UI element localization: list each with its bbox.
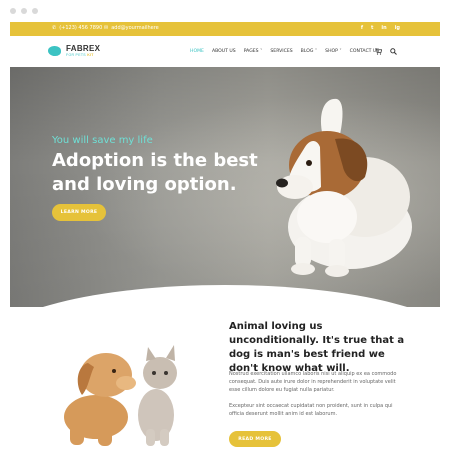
cart-icon[interactable] bbox=[375, 48, 382, 55]
paw-logo-icon bbox=[48, 45, 62, 57]
header-icons bbox=[375, 48, 397, 55]
dog-photo bbox=[276, 98, 412, 277]
browser-window: ✆ (+123) 456 7890 ✉ add@yourmailhere f t… bbox=[0, 0, 450, 456]
search-icon[interactable] bbox=[390, 48, 397, 55]
read-more-button[interactable]: READ MORE bbox=[229, 431, 281, 447]
facebook-icon[interactable]: f bbox=[361, 25, 363, 31]
nav-blog[interactable]: BLOG ˅ bbox=[301, 49, 317, 54]
hero-banner: You will save my life Adoption is the be… bbox=[10, 67, 440, 307]
about-paragraph-2: Excepteur sint occaecat cupidatat non pr… bbox=[229, 403, 393, 417]
window-dot bbox=[32, 8, 38, 14]
phone-contact[interactable]: ✆ (+123) 456 7890 bbox=[52, 25, 102, 31]
twitter-icon[interactable]: t bbox=[371, 25, 373, 31]
window-dot bbox=[21, 8, 27, 14]
logo-name: FABREX bbox=[66, 44, 101, 53]
puppy-and-kitten-photo bbox=[64, 345, 177, 446]
top-bar: ✆ (+123) 456 7890 ✉ add@yourmailhere f t… bbox=[10, 22, 440, 36]
logo[interactable]: FABREX FOR PETS KIT bbox=[48, 45, 100, 58]
email-address: add@yourmailhere bbox=[111, 25, 159, 31]
learn-more-button[interactable]: LEARN MORE bbox=[52, 204, 106, 221]
site-header: FABREX FOR PETS KIT HOME ABOUT US PAGES … bbox=[10, 36, 440, 67]
social-links: f t in ig bbox=[361, 25, 400, 31]
email-contact[interactable]: ✉ add@yourmailhere bbox=[104, 25, 159, 31]
window-controls bbox=[10, 8, 38, 14]
nav-shop[interactable]: SHOP ˅ bbox=[325, 49, 342, 54]
about-paragraph-1: Nostrud exercitation ullamco laboris nis… bbox=[229, 371, 397, 393]
window-dot bbox=[10, 8, 16, 14]
hero-kicker: You will save my life bbox=[52, 135, 153, 146]
phone-icon: ✆ bbox=[52, 25, 57, 31]
about-heading: Animal loving us unconditionally. It's t… bbox=[229, 321, 405, 374]
phone-number: (+123) 456 7890 bbox=[59, 25, 103, 31]
main-nav: HOME ABOUT US PAGES ˅ SERVICES BLOG ˅ SH… bbox=[190, 49, 379, 54]
nav-about[interactable]: ABOUT US bbox=[212, 49, 236, 54]
mail-icon: ✉ bbox=[104, 25, 109, 31]
web-page: ✆ (+123) 456 7890 ✉ add@yourmailhere f t… bbox=[10, 22, 440, 456]
logo-tagline: FOR PETS KIT bbox=[66, 53, 94, 57]
hero-title: Adoption is the best and loving option. bbox=[52, 150, 258, 195]
linkedin-icon[interactable]: in bbox=[381, 25, 386, 31]
nav-services[interactable]: SERVICES bbox=[270, 49, 292, 54]
hero-curve-divider bbox=[10, 285, 440, 307]
instagram-icon[interactable]: ig bbox=[395, 25, 400, 31]
nav-pages[interactable]: PAGES ˅ bbox=[244, 49, 263, 54]
nav-home[interactable]: HOME bbox=[190, 49, 204, 54]
